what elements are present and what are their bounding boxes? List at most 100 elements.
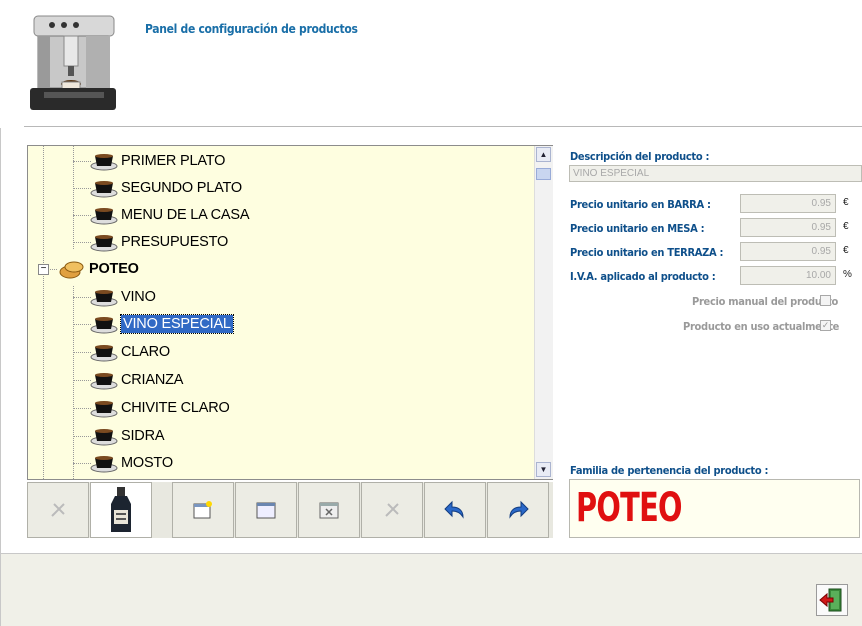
tree-item-label: PRIMER PLATO (121, 153, 226, 169)
tree-branch (73, 463, 91, 464)
family-label: Familia de pertenencia del producto : (570, 464, 769, 477)
manual-price-label: Precio manual del producto (692, 295, 839, 308)
tree-item[interactable]: PRIMER PLATO (90, 148, 225, 174)
header: Panel de configuración de productos (0, 0, 862, 128)
tree-group-poteo[interactable]: POTEO (58, 256, 139, 282)
tree-item-label: SEGUNDO PLATO (121, 180, 242, 196)
price-bar-field[interactable]: 0.95 (740, 194, 836, 213)
coffee-cup-icon (90, 401, 118, 418)
coffee-cup-icon (90, 154, 118, 171)
tree-guide-line (43, 146, 44, 479)
tree-branch (73, 161, 91, 162)
coffee-cup-icon (90, 181, 118, 198)
scroll-up-button[interactable]: ▲ (536, 147, 551, 162)
price-table-field[interactable]: 0.95 (740, 218, 836, 237)
tree-branch (73, 297, 91, 298)
in-use-checkbox[interactable]: ✓ (820, 320, 831, 331)
tree-item-label: SIDRA (121, 428, 165, 444)
tree-item-label: CRIANZA (121, 372, 184, 388)
manual-price-checkbox[interactable] (820, 295, 831, 306)
bread-icon (59, 261, 84, 279)
tree-branch (73, 188, 91, 189)
tree-item-label: MOSTO (121, 455, 173, 471)
delete-window-icon (319, 502, 339, 519)
tree-item[interactable]: PRESUPUESTO (90, 229, 228, 255)
tree-item[interactable]: SIDRA (90, 423, 165, 449)
tree-branch (73, 215, 91, 216)
tree-item[interactable]: MOSTO (90, 450, 173, 476)
undo-arrow-icon (444, 500, 464, 519)
in-use-label: Producto en uso actualmente (683, 320, 840, 333)
new-product-button[interactable] (172, 482, 234, 538)
window-button[interactable] (235, 482, 297, 538)
product-image-button[interactable] (90, 482, 152, 538)
exit-button[interactable] (816, 584, 848, 616)
currency-unit: € (843, 197, 849, 208)
tree-item-label: VINO ESPECIAL (120, 314, 234, 334)
tree-item-label: CHIVITE CLARO (121, 400, 230, 416)
new-product-icon (193, 501, 212, 519)
collapse-toggle[interactable]: − (38, 264, 49, 275)
vat-field[interactable]: 10.00 (740, 266, 836, 285)
description-field[interactable]: VINO ESPECIAL (569, 165, 862, 182)
redo-button[interactable] (487, 482, 549, 538)
undo-button[interactable] (424, 482, 486, 538)
currency-unit: € (843, 245, 849, 256)
description-label: Descripción del producto : (570, 150, 710, 163)
tree-item-label: MENU DE LA CASA (121, 207, 250, 223)
scroll-down-button[interactable]: ▼ (536, 462, 551, 477)
coffee-cup-icon (90, 208, 118, 225)
tree-branch (73, 242, 91, 243)
bottle-image (111, 487, 131, 532)
tree-item-label: CLARO (121, 344, 170, 360)
window-icon (256, 502, 276, 519)
coffee-cup-icon (90, 345, 118, 362)
tree-scrollbar[interactable]: ▲ ▼ (534, 146, 553, 479)
tree-group-label: POTEO (89, 261, 139, 277)
price-table-label: Precio unitario en MESA : (570, 222, 705, 235)
exit-door-icon (819, 588, 842, 612)
scroll-thumb[interactable] (536, 168, 551, 180)
redo-arrow-icon (509, 500, 529, 519)
vat-label: I.V.A. aplicado al producto : (570, 270, 716, 283)
tree-item[interactable]: CHIVITE CLARO (90, 395, 230, 421)
coffee-cup-icon (90, 429, 118, 446)
coffee-cup-icon (90, 373, 118, 390)
family-value: POTEO (576, 485, 683, 531)
percent-unit: % (843, 269, 852, 280)
tools-disabled-button[interactable] (361, 482, 423, 538)
tree-item-selected[interactable]: VINO ESPECIAL (90, 311, 234, 337)
tree-item-label: PRESUPUESTO (121, 234, 229, 250)
tree-branch (73, 352, 91, 353)
coffee-cup-icon (90, 317, 118, 334)
tree-branch (73, 324, 91, 325)
product-tree[interactable]: − PRIMER PLATO SEGUNDO PLATO MENU DE LA … (27, 145, 553, 480)
tree-item[interactable]: VINO (90, 284, 156, 310)
price-bar-label: Precio unitario en BARRA : (570, 198, 711, 211)
tree-item[interactable]: CRIANZA (90, 367, 183, 393)
coffee-cup-icon (90, 235, 118, 252)
disabled-tool-icon (51, 503, 65, 517)
product-toolbar (27, 482, 553, 538)
coffee-cup-icon (90, 290, 118, 307)
disabled-tool-icon (385, 503, 399, 517)
tree-item[interactable]: SEGUNDO PLATO (90, 175, 242, 201)
coffee-machine-image (30, 15, 116, 110)
coffee-cup-icon (90, 456, 118, 473)
tree-branch (73, 408, 91, 409)
tools-disabled-button[interactable] (27, 482, 89, 538)
page-title: Panel de configuración de productos (145, 22, 358, 36)
tree-guide-line (73, 286, 74, 479)
delete-product-button[interactable] (298, 482, 360, 538)
tree-item[interactable]: MENU DE LA CASA (90, 202, 250, 228)
currency-unit: € (843, 221, 849, 232)
tree-item-label: VINO (121, 289, 156, 305)
price-terrace-field[interactable]: 0.95 (740, 242, 836, 261)
price-terrace-label: Precio unitario en TERRAZA : (570, 246, 724, 259)
header-divider (24, 126, 862, 127)
tree-item[interactable]: CLARO (90, 339, 170, 365)
bottom-bar (1, 554, 862, 626)
family-display: POTEO (569, 479, 860, 538)
tree-branch (73, 380, 91, 381)
tree-branch (73, 436, 91, 437)
